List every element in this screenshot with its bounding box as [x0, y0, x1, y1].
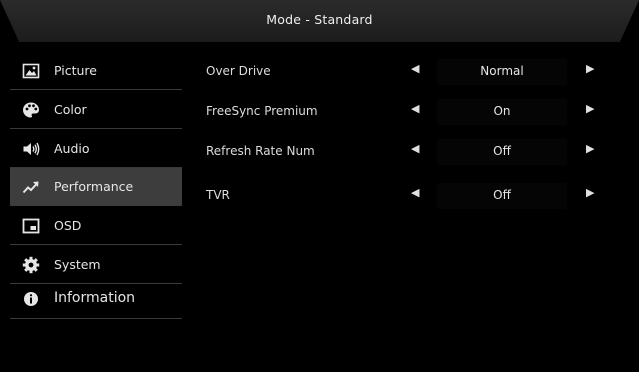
setting-value: Off	[493, 144, 511, 158]
arrow-left-icon[interactable]: ◀	[411, 186, 419, 199]
setting-label: Refresh Rate Num	[206, 144, 315, 158]
sidebar-item-label: OSD	[54, 218, 82, 233]
speaker-icon	[23, 142, 40, 156]
setting-label: Over Drive	[206, 64, 271, 78]
sidebar-item-label: System	[54, 257, 101, 272]
divider	[10, 128, 182, 129]
divider	[10, 89, 182, 90]
setting-row-freesync-premium[interactable]: FreeSync Premium ◀ On ▶	[190, 96, 610, 126]
sidebar-item-label: Audio	[54, 141, 90, 156]
sidebar-item-information[interactable]: Information	[10, 281, 182, 319]
page-title: Mode - Standard	[266, 12, 373, 27]
setting-label: TVR	[206, 188, 230, 202]
sidebar-item-label: Performance	[54, 179, 134, 194]
sidebar-item-picture[interactable]: Picture	[10, 52, 182, 90]
arrow-right-icon[interactable]: ▶	[586, 186, 594, 199]
arrow-left-icon[interactable]: ◀	[411, 62, 419, 75]
info-icon	[24, 292, 38, 306]
sidebar-item-label: Information	[54, 290, 136, 306]
sidebar-item-audio[interactable]: Audio	[10, 130, 182, 168]
arrow-right-icon[interactable]: ▶	[586, 102, 594, 115]
arrow-right-icon[interactable]: ▶	[586, 142, 594, 155]
arrow-right-icon[interactable]: ▶	[586, 62, 594, 75]
palette-icon	[23, 102, 39, 118]
setting-row-tvr[interactable]: TVR ◀ Off ▶	[190, 180, 610, 210]
sidebar-item-performance[interactable]: Performance	[10, 168, 182, 206]
divider	[10, 244, 182, 245]
sidebar-item-color[interactable]: Color	[10, 91, 182, 129]
setting-value: On	[493, 104, 511, 118]
picture-icon	[22, 63, 40, 79]
sidebar-item-system[interactable]: System	[10, 246, 182, 284]
osd-window-icon	[22, 218, 40, 234]
setting-value: Off	[493, 188, 511, 202]
arrow-left-icon[interactable]: ◀	[411, 142, 419, 155]
sidebar-item-label: Color	[54, 102, 87, 117]
arrow-left-icon[interactable]: ◀	[411, 102, 419, 115]
divider	[10, 318, 182, 319]
sidebar-item-osd[interactable]: OSD	[10, 207, 182, 245]
sidebar-item-label: Picture	[54, 63, 97, 78]
setting-row-over-drive[interactable]: Over Drive ◀ Normal ▶	[190, 56, 610, 86]
trend-arrow-icon	[22, 181, 39, 194]
setting-value: Normal	[480, 64, 524, 78]
gear-icon	[22, 256, 40, 274]
setting-row-refresh-rate-num[interactable]: Refresh Rate Num ◀ Off ▶	[190, 136, 610, 166]
setting-label: FreeSync Premium	[206, 104, 318, 118]
